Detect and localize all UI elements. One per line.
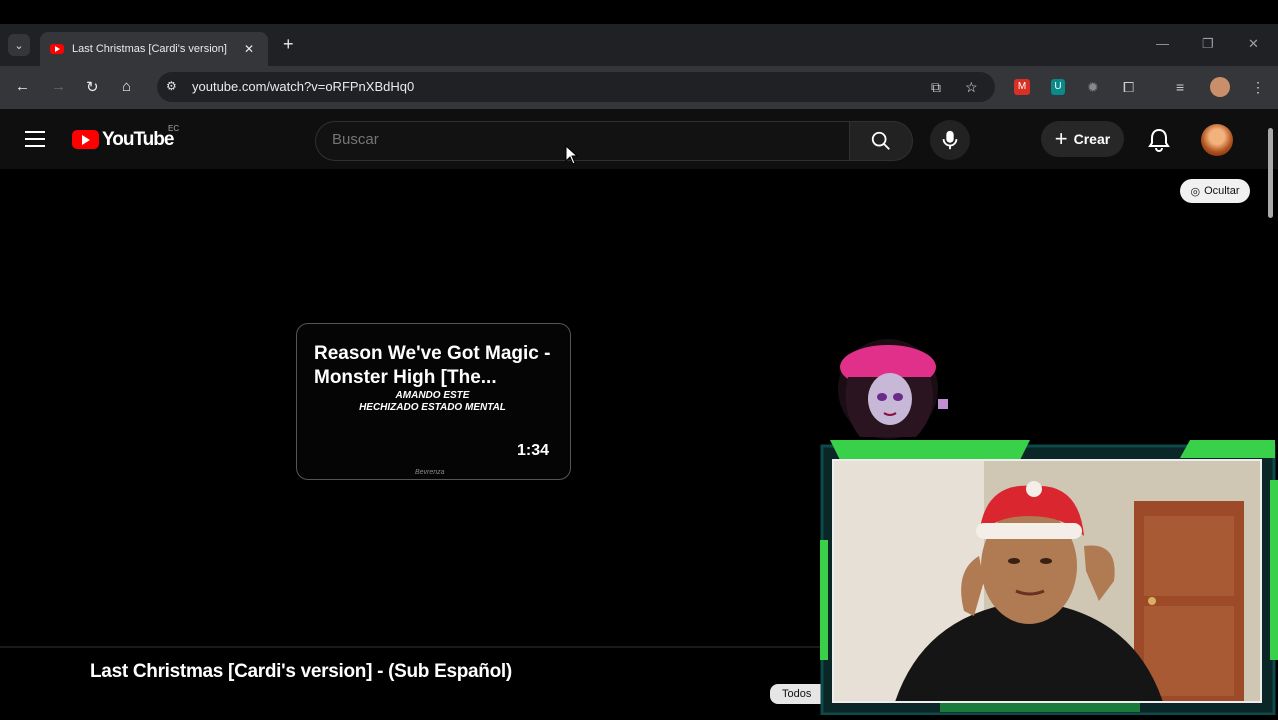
notifications-bell-icon[interactable]: [1148, 128, 1170, 157]
guide-menu-icon[interactable]: [25, 131, 45, 152]
extension-m-icon[interactable]: M: [1014, 79, 1030, 95]
restore-button[interactable]: ❐: [1202, 36, 1214, 52]
tab-close-icon[interactable]: ✕: [244, 42, 254, 56]
scrollbar-thumb[interactable]: [1268, 128, 1273, 218]
webcam-video: [832, 459, 1262, 703]
new-tab-button[interactable]: +: [283, 34, 294, 55]
extension-u-icon[interactable]: U: [1051, 79, 1065, 95]
voice-search-button[interactable]: [930, 120, 970, 160]
card-watermark: Bevrenza: [415, 469, 445, 476]
media-control-icon[interactable]: ≡: [1176, 79, 1184, 95]
plus-icon: +: [1054, 126, 1068, 151]
site-info-icon[interactable]: ⚙: [166, 79, 177, 93]
close-window-button[interactable]: ✕: [1248, 36, 1259, 52]
card-subtitle-line2: HECHIZADO ESTADO MENTAL: [359, 402, 506, 413]
hide-label: Ocultar: [1204, 185, 1240, 197]
home-icon[interactable]: ⌂: [122, 78, 131, 95]
eye-off-icon: ◎: [1190, 185, 1201, 198]
youtube-logo-icon[interactable]: [72, 130, 99, 149]
extension-sun-icon[interactable]: ✹: [1087, 79, 1099, 96]
reload-icon[interactable]: ↻: [86, 78, 99, 96]
card-title: Reason We've Got Magic - Monster High [T…: [314, 343, 551, 388]
tab-title: Last Christmas [Cardi's version]: [72, 43, 227, 55]
card-duration: 1:34: [517, 442, 550, 459]
search-icon: [871, 131, 890, 150]
account-avatar[interactable]: [1201, 124, 1233, 156]
profile-avatar-icon[interactable]: [1210, 77, 1230, 97]
top-black-band: [0, 0, 1278, 24]
url-text[interactable]: youtube.com/watch?v=oRFPnXBdHq0: [192, 79, 414, 94]
webcam-overlay: [820, 440, 1278, 715]
card-subtitle-line1: AMANDO ESTE: [395, 390, 470, 401]
hide-button[interactable]: ◎ Ocultar: [1180, 179, 1250, 203]
channel-avatar-image[interactable]: [820, 337, 950, 442]
bookmark-star-icon[interactable]: ☆: [965, 79, 978, 96]
mouse-cursor-icon: [565, 144, 579, 170]
back-icon[interactable]: ←: [15, 78, 30, 95]
extensions-puzzle-icon[interactable]: ⧠: [1123, 79, 1134, 96]
forward-icon[interactable]: →: [51, 78, 66, 95]
chrome-menu-icon[interactable]: ⋮: [1251, 79, 1265, 96]
create-button[interactable]: + Crear: [1041, 121, 1124, 157]
search-button[interactable]: [849, 121, 913, 161]
tab-active[interactable]: Last Christmas [Cardi's version] ✕: [40, 32, 268, 66]
tab-search-button[interactable]: ⌄: [8, 34, 30, 56]
create-label: Crear: [1073, 131, 1111, 147]
minimize-button[interactable]: —: [1156, 36, 1169, 51]
youtube-logo-text[interactable]: YouTube: [102, 129, 174, 151]
search-input[interactable]: [330, 130, 834, 149]
youtube-favicon-icon: [50, 44, 64, 54]
country-code: EC: [168, 124, 180, 133]
microphone-icon: [942, 130, 958, 150]
video-title: Last Christmas [Cardi's version] - (Sub …: [90, 661, 512, 682]
install-app-icon[interactable]: ⧉: [931, 79, 941, 96]
